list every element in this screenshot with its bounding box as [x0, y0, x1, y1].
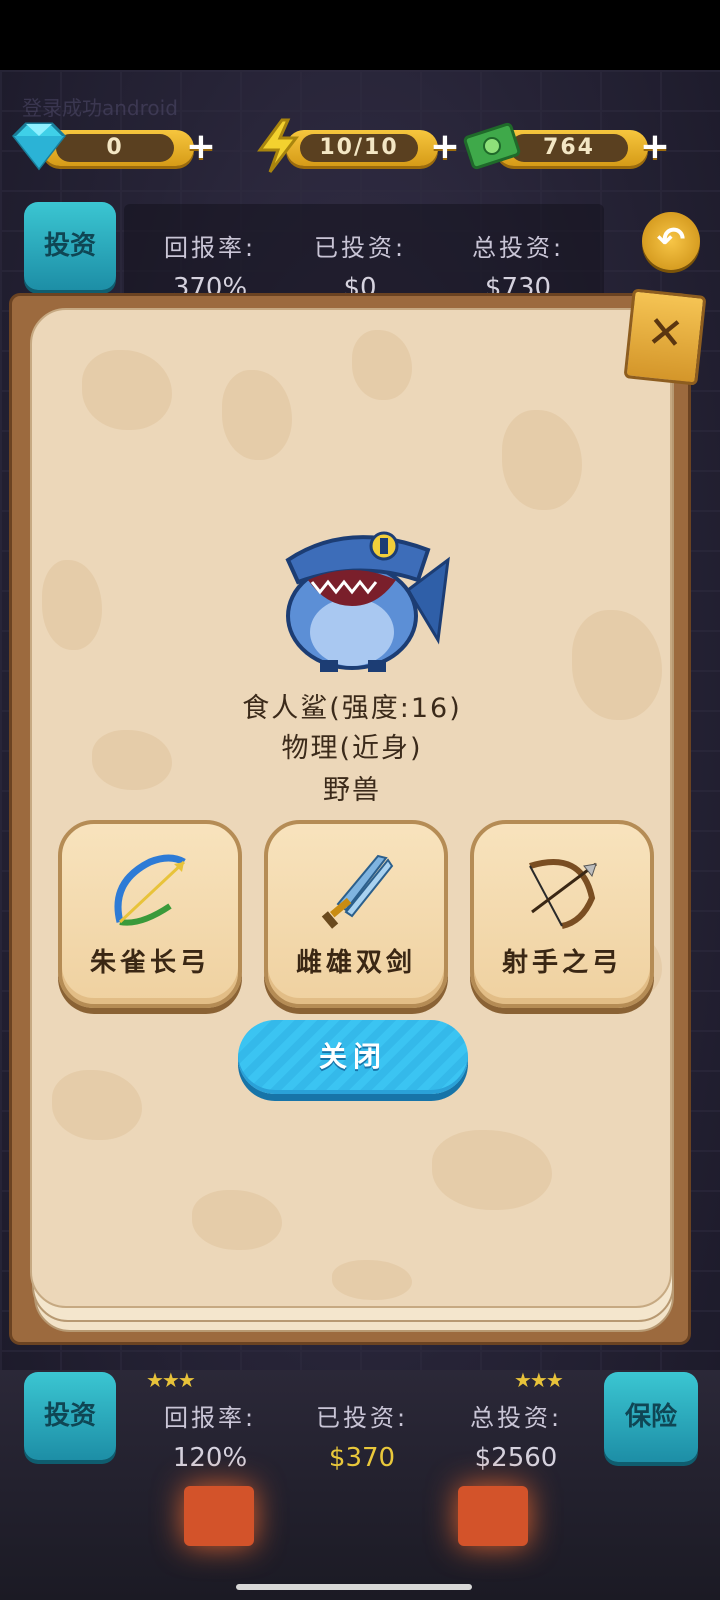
diamond-value: 0: [56, 134, 174, 162]
lantern-right: [458, 1486, 528, 1546]
weapon-name-twin-swords: 雌雄双剑: [295, 948, 416, 978]
energy-value: 10/10: [300, 134, 418, 162]
top-invest-button[interactable]: 投资: [24, 202, 116, 290]
diamond-counter: 0 +: [8, 118, 228, 174]
status-hint: 登录成功android: [22, 96, 178, 120]
diamond-icon: [12, 122, 66, 171]
energy-counter: 10/10 +: [252, 118, 472, 174]
top-invested: 已投资: $0: [313, 234, 407, 303]
longbow-icon: [114, 854, 186, 926]
twin-swords-icon: [321, 854, 394, 929]
weapon-card-longbow[interactable]: 朱雀长弓: [58, 820, 242, 1008]
monster-attack-type: 物理(近身): [281, 733, 423, 764]
top-return-rate: 回报率: 370%: [163, 234, 257, 303]
weapon-card-twin-swords[interactable]: 雌雄双剑: [264, 820, 448, 1008]
bottom-invested: 已投资: $370: [315, 1404, 409, 1473]
cash-icon: [463, 122, 521, 170]
bottom-invest-button[interactable]: 投资: [24, 1372, 116, 1460]
weapon-name-longbow: 朱雀长弓: [89, 948, 210, 978]
star-rating-left: ★★★: [146, 1368, 196, 1392]
bottom-total-investment: 总投资: $2560: [469, 1404, 563, 1473]
add-diamond-button[interactable]: +: [184, 129, 218, 165]
monster-category: 野兽: [323, 775, 381, 806]
insurance-button[interactable]: 保险: [604, 1372, 698, 1462]
add-cash-button[interactable]: +: [638, 129, 672, 165]
dialog-close-x-button[interactable]: ✕: [623, 288, 707, 386]
x-icon: ✕: [644, 306, 687, 361]
top-total-investment: 总投资: $730: [471, 234, 565, 303]
lantern-left: [184, 1486, 254, 1546]
status-bar: [0, 0, 720, 70]
cash-value: 764: [510, 134, 628, 162]
close-button[interactable]: 关闭: [238, 1020, 468, 1094]
weapon-card-archer-bow[interactable]: 射手之弓: [470, 820, 654, 1008]
back-button[interactable]: ↶: [642, 212, 700, 270]
cash-counter: 764 +: [462, 118, 682, 174]
home-indicator[interactable]: [236, 1584, 472, 1590]
lightning-icon: [257, 118, 300, 173]
monster-info-dialog: [30, 308, 672, 1308]
add-energy-button[interactable]: +: [428, 129, 462, 165]
bottom-return-rate: 回报率: 120%: [163, 1404, 257, 1473]
archer-bow-icon: [529, 859, 597, 929]
monster-name: 食人鲨(强度:16): [242, 693, 462, 724]
star-rating-right: ★★★: [514, 1368, 564, 1392]
weapon-name-archer-bow: 射手之弓: [501, 948, 622, 978]
shark-monster-image: [285, 531, 450, 672]
